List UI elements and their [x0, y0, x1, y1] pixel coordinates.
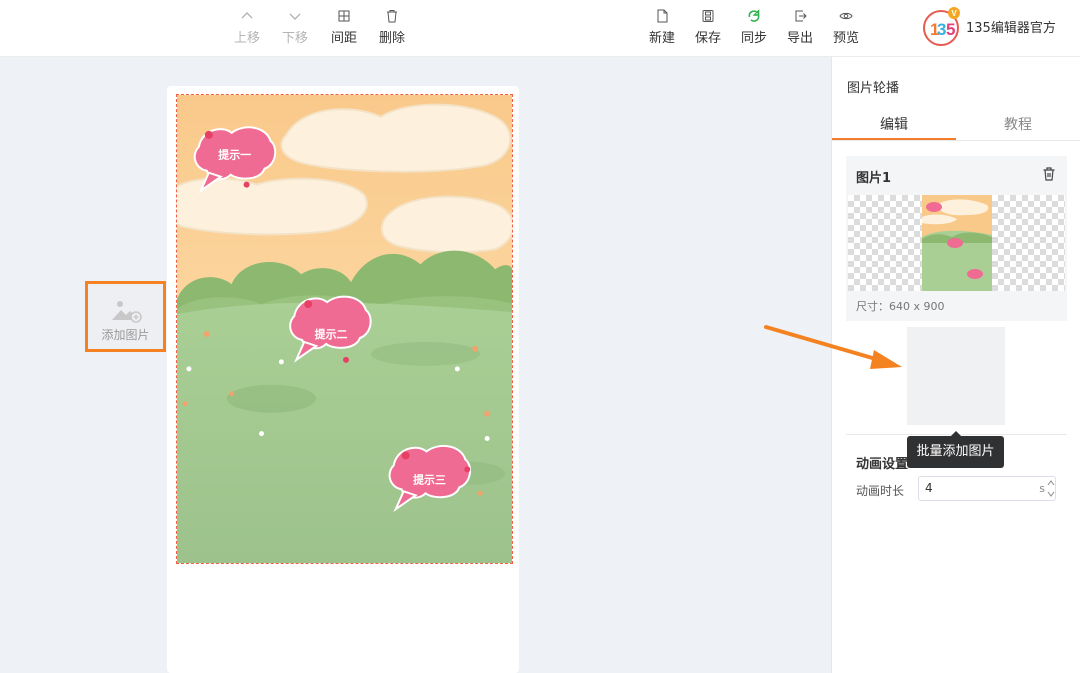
tooltip-text: 批量添加图片 — [916, 444, 995, 459]
add-image-area — [907, 327, 1005, 425]
spacing-button[interactable]: 间距 — [324, 8, 364, 48]
duration-value: 4 — [925, 481, 933, 495]
duration-input[interactable]: 4 s — [918, 476, 1056, 501]
delete-image-icon[interactable] — [1041, 166, 1057, 182]
spacing-label: 间距 — [330, 31, 357, 46]
save-label: 保存 — [694, 31, 721, 46]
image-carousel[interactable]: 提示一 提示二 提示三 — [176, 94, 513, 564]
trash-icon — [384, 8, 400, 24]
new-file-icon — [654, 8, 670, 24]
image-thumbnail[interactable] — [848, 195, 1065, 291]
tip-bubble-3-text: 提示三 — [413, 472, 446, 486]
delete-label: 删除 — [378, 31, 405, 46]
save-button[interactable]: 保存 — [688, 8, 728, 48]
save-icon — [700, 8, 716, 24]
image-add-icon — [111, 301, 142, 323]
carousel-image: 提示一 提示二 提示三 — [177, 95, 512, 563]
duration-label: 动画时长 — [856, 484, 905, 498]
thumbnail-image — [922, 195, 992, 291]
new-button[interactable]: 新建 — [642, 8, 682, 48]
move-up-button[interactable]: 上移 — [227, 8, 267, 48]
duration-unit: s — [1039, 482, 1045, 495]
export-icon — [792, 8, 808, 24]
eye-icon — [838, 8, 854, 24]
tip-bubble-1-text: 提示一 — [218, 148, 251, 162]
top-toolbar: 上移 下移 间距 删除 新建 保存 同步 导出 预览 1 3 5 V 135编辑… — [0, 0, 1080, 57]
move-down-label: 下移 — [281, 31, 308, 46]
image-card-title: 图片1 — [856, 171, 892, 186]
add-image-label: 添加图片 — [101, 328, 150, 342]
new-label: 新建 — [648, 31, 675, 46]
move-down-button[interactable]: 下移 — [275, 8, 315, 48]
sync-button[interactable]: 同步 — [734, 8, 774, 48]
sync-label: 同步 — [740, 31, 767, 46]
delete-button[interactable]: 删除 — [372, 8, 412, 48]
account-name: 135编辑器官方 — [966, 20, 1056, 36]
move-up-label: 上移 — [233, 31, 260, 46]
chevron-up-icon — [239, 8, 255, 24]
add-image-button[interactable]: 添加图片 — [85, 281, 166, 352]
spacing-icon — [336, 8, 352, 24]
tab-tutorial[interactable]: 教程 — [956, 113, 1080, 140]
panel-tabs: 编辑 教程 — [832, 113, 1080, 141]
sync-icon — [746, 8, 762, 24]
chevron-down-icon — [287, 8, 303, 24]
tooltip-arrow — [951, 431, 961, 436]
tip-bubble-2-text: 提示二 — [315, 327, 348, 341]
annotation-arrow-icon — [764, 325, 902, 369]
panel-title: 图片轮播 — [847, 81, 900, 96]
batch-add-tooltip: 批量添加图片 — [907, 431, 1004, 468]
preview-label: 预览 — [832, 31, 859, 46]
svg-text:V: V — [951, 9, 957, 18]
preview-button[interactable]: 预览 — [826, 8, 866, 48]
image-size: 尺寸：640 x 900 — [856, 300, 945, 313]
user-account[interactable]: 1 3 5 V 135编辑器官方 — [921, 4, 1056, 48]
export-button[interactable]: 导出 — [780, 8, 820, 48]
duration-stepper[interactable] — [1046, 477, 1056, 500]
image-card: 图片1 尺寸：640 x 900 — [846, 156, 1067, 321]
export-label: 导出 — [786, 31, 813, 46]
brand-logo: 1 3 5 V — [921, 6, 961, 46]
svg-text:5: 5 — [946, 20, 955, 39]
animation-settings-title: 动画设置 — [856, 457, 909, 472]
tab-edit[interactable]: 编辑 — [832, 113, 956, 140]
